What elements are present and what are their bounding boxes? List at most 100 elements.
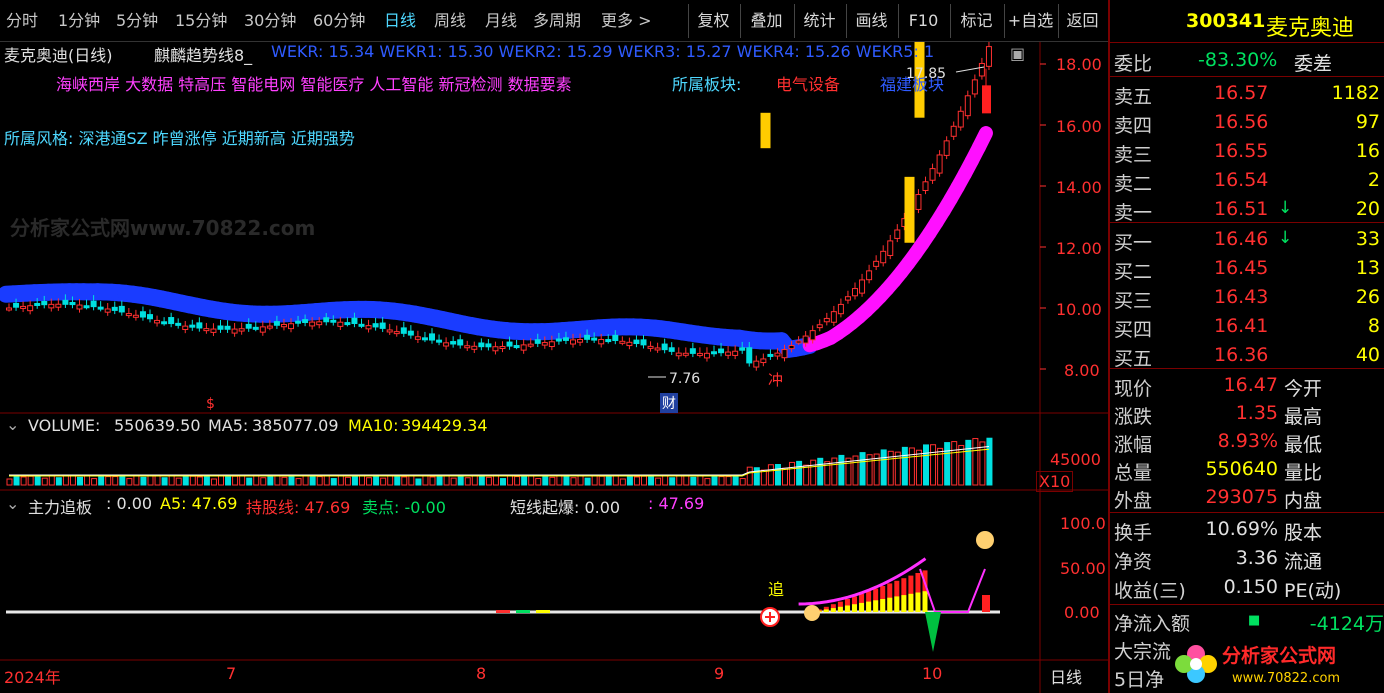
stat-label: 外盘	[1114, 490, 1153, 512]
period-15min[interactable]: 15分钟	[175, 0, 227, 42]
period-60min[interactable]: 60分钟	[313, 0, 365, 42]
volume-bar	[612, 474, 619, 486]
bid-volume: 40	[1355, 344, 1380, 366]
volume-bar	[267, 475, 274, 486]
candle-body	[414, 336, 421, 340]
indicator-bar-yellow	[837, 606, 843, 612]
volume-bar	[429, 476, 436, 486]
volume-bar	[112, 476, 119, 486]
period-5min[interactable]: 5分钟	[116, 0, 158, 42]
bid-row[interactable]: 买五 16.36 40	[1110, 342, 1384, 370]
candle-body	[520, 344, 527, 351]
candle-body	[844, 296, 851, 301]
fin-row: 净资 3.36 流通	[1110, 545, 1384, 573]
volume-bar	[182, 474, 189, 486]
volume-bar	[48, 474, 55, 486]
fin-value: 3.36	[1235, 547, 1278, 569]
volume-bar	[478, 475, 485, 486]
candle-body	[570, 339, 576, 345]
volume-bar	[965, 439, 972, 486]
sub-label: 主力追板	[28, 498, 93, 517]
period-weekly[interactable]: 周线	[434, 0, 466, 42]
bid-row[interactable]: 买一 16.46 ↓ 33	[1110, 226, 1384, 254]
period-more[interactable]: 更多 >	[601, 0, 652, 42]
volume-bar	[690, 476, 697, 486]
mark-button[interactable]: 标记	[950, 4, 1002, 38]
adjust-button[interactable]: 复权	[688, 4, 738, 38]
volume-bar	[62, 475, 69, 486]
stat-label2: 内盘	[1284, 490, 1323, 512]
watermark: 分析家公式网www.70822.com	[10, 216, 316, 240]
candle-body	[767, 353, 774, 357]
candle-body	[302, 319, 309, 324]
candle-body	[781, 349, 788, 359]
volume-bar	[133, 474, 140, 486]
period-monthly[interactable]: 月线	[485, 0, 517, 42]
ma5-label: MA5:	[208, 416, 249, 435]
ask-row[interactable]: 卖四 16.56 97	[1110, 109, 1384, 137]
overlay-button[interactable]: 叠加	[740, 4, 792, 38]
candle-body	[436, 339, 443, 343]
candle-body	[20, 305, 27, 309]
volume-bar	[316, 476, 323, 486]
candle-body	[915, 194, 922, 210]
draw-button[interactable]: 画线	[846, 4, 896, 38]
candle-body	[626, 341, 633, 347]
maximize-icon[interactable]: ▣	[1010, 44, 1025, 63]
period-1min[interactable]: 1分钟	[58, 0, 100, 42]
stat-row: 现价 16.47 今开	[1110, 372, 1384, 400]
volume-bar	[20, 476, 27, 486]
volume-bar	[831, 457, 838, 486]
hold-line-value: 持股线: 47.69	[246, 498, 351, 517]
sector-value[interactable]: 电气设备	[776, 71, 840, 95]
volume-bar	[41, 477, 48, 486]
volume-bar	[6, 478, 13, 486]
stat-label: 现价	[1114, 378, 1153, 400]
bid-row[interactable]: 买四 16.41 8	[1110, 313, 1384, 341]
collapse-icon[interactable]: ⌄	[6, 494, 19, 513]
stat-label: 总量	[1114, 462, 1153, 484]
ask-row[interactable]: 卖五 16.57 1182	[1110, 80, 1384, 108]
bid-row[interactable]: 买三 16.43 26	[1110, 284, 1384, 312]
period-daily[interactable]: 日线	[384, 0, 416, 42]
ask-row[interactable]: 卖二 16.54 2	[1110, 167, 1384, 195]
volume-bar	[803, 464, 810, 486]
bid-row[interactable]: 买二 16.45 13	[1110, 255, 1384, 283]
candle-body	[69, 301, 76, 306]
candle-body	[732, 350, 739, 356]
candle-body	[55, 303, 62, 308]
volume-bar	[584, 477, 591, 486]
indicator-name: 麒麟趋势线8_	[154, 46, 253, 65]
volume-bar	[760, 469, 767, 486]
add-favorite-button[interactable]: +自选	[1004, 4, 1056, 38]
period-multi[interactable]: 多周期	[533, 0, 581, 42]
period-indicator[interactable]: 日线	[1050, 664, 1082, 688]
collapse-icon[interactable]: ⌄	[6, 415, 19, 434]
f10-button[interactable]: F10	[898, 4, 948, 38]
ask-row[interactable]: 卖三 16.55 16	[1110, 138, 1384, 166]
ask-row[interactable]: 卖一 16.51 ↓ 20	[1110, 196, 1384, 224]
volume-value: 550639.50	[114, 416, 201, 435]
candle-body	[280, 323, 287, 328]
candle-body	[351, 317, 358, 325]
volume-bar	[626, 474, 633, 486]
volume-bar	[330, 478, 337, 486]
stats-button[interactable]: 统计	[794, 4, 844, 38]
candle-body	[950, 125, 957, 137]
logo-text: 分析家公式网	[1222, 644, 1336, 667]
volume-bar	[577, 474, 584, 486]
candle-body	[154, 319, 161, 324]
price-tick: 8.00	[1064, 361, 1100, 380]
volume-bar	[697, 474, 704, 486]
candle-body	[936, 154, 943, 174]
back-button[interactable]: 返回	[1058, 4, 1106, 38]
stock-title: 麦克奥迪(日线)	[4, 46, 113, 65]
volume-bar	[492, 474, 499, 486]
volume-bar	[13, 474, 20, 486]
bid-price: 16.45	[1214, 257, 1269, 279]
candle-body	[541, 342, 548, 346]
period-intraday[interactable]: 分时	[6, 0, 38, 42]
candle-body	[591, 337, 598, 341]
period-30min[interactable]: 30分钟	[244, 0, 296, 42]
ask-down-arrow-icon: ↓	[1278, 198, 1293, 218]
